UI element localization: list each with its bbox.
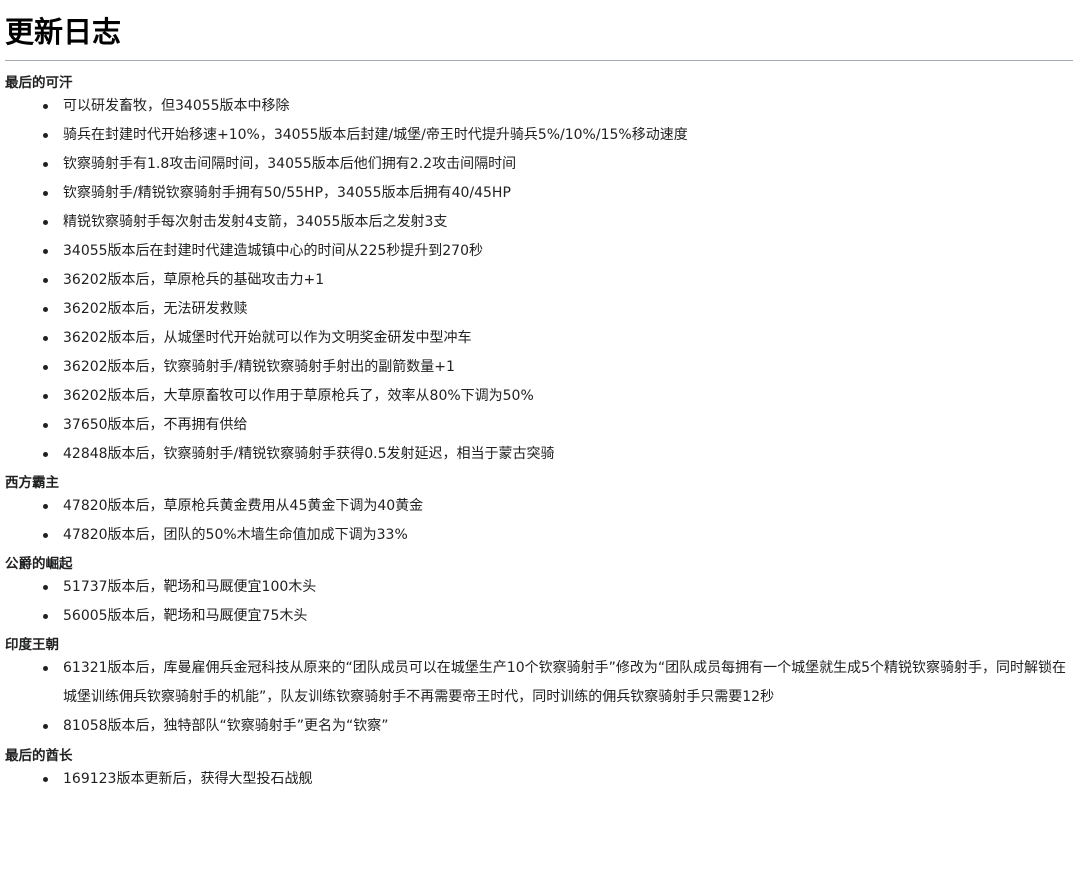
list-item: 精锐钦察骑射手每次射击发射4支箭，34055版本后之发射3支: [41, 208, 1073, 237]
list-item: 47820版本后，团队的50%木墙生命值加成下调为33%: [41, 521, 1073, 550]
section-title: 最后的可汗: [5, 75, 73, 91]
list-item: 56005版本后，靶场和马厩便宜75木头: [41, 602, 1073, 631]
list-item: 36202版本后，无法研发救赎: [41, 295, 1073, 324]
section-lords-of-the-west: 西方霸主 47820版本后，草原枪兵黄金费用从45黄金下调为40黄金 47820…: [5, 474, 1073, 550]
section-title: 公爵的崛起: [5, 556, 73, 572]
section-title: 西方霸主: [5, 475, 59, 491]
list-item: 47820版本后，草原枪兵黄金费用从45黄金下调为40黄金: [41, 492, 1073, 521]
list-item: 骑兵在封建时代开始移速+10%，34055版本后封建/城堡/帝王时代提升骑兵5%…: [41, 121, 1073, 150]
list-item: 51737版本后，靶场和马厩便宜100木头: [41, 573, 1073, 602]
list-item: 81058版本后，独特部队“钦察骑射手”更名为“钦察”: [41, 712, 1073, 741]
change-list: 169123版本更新后，获得大型投石战舰: [5, 765, 1073, 794]
list-item: 可以研发畜牧，但34055版本中移除: [41, 92, 1073, 121]
list-item: 37650版本后，不再拥有供给: [41, 411, 1073, 440]
section-title: 最后的酋长: [5, 748, 73, 764]
list-item: 169123版本更新后，获得大型投石战舰: [41, 765, 1073, 794]
list-item: 钦察骑射手有1.8攻击间隔时间，34055版本后他们拥有2.2攻击间隔时间: [41, 150, 1073, 179]
section-title: 印度王朝: [5, 637, 59, 653]
list-item: 61321版本后，库曼雇佣兵金冠科技从原来的“团队成员可以在城堡生产10个钦察骑…: [41, 654, 1073, 712]
list-item: 36202版本后，草原枪兵的基础攻击力+1: [41, 266, 1073, 295]
changelog-page: 更新日志 最后的可汗 可以研发畜牧，但34055版本中移除 骑兵在封建时代开始移…: [0, 0, 1080, 871]
section-dynasties-of-india: 印度王朝 61321版本后，库曼雇佣兵金冠科技从原来的“团队成员可以在城堡生产1…: [5, 636, 1073, 741]
section-last-khans: 最后的可汗 可以研发畜牧，但34055版本中移除 骑兵在封建时代开始移速+10%…: [5, 74, 1073, 469]
change-list: 51737版本后，靶场和马厩便宜100木头 56005版本后，靶场和马厩便宜75…: [5, 573, 1073, 631]
change-list: 47820版本后，草原枪兵黄金费用从45黄金下调为40黄金 47820版本后，团…: [5, 492, 1073, 550]
list-item: 36202版本后，从城堡时代开始就可以作为文明奖金研发中型冲车: [41, 324, 1073, 353]
list-item: 钦察骑射手/精锐钦察骑射手拥有50/55HP，34055版本后拥有40/45HP: [41, 179, 1073, 208]
section-the-last-chieftains: 最后的酋长 169123版本更新后，获得大型投石战舰: [5, 747, 1073, 794]
list-item: 34055版本后在封建时代建造城镇中心的时间从225秒提升到270秒: [41, 237, 1073, 266]
change-list: 61321版本后，库曼雇佣兵金冠科技从原来的“团队成员可以在城堡生产10个钦察骑…: [5, 654, 1073, 741]
page-title: 更新日志: [5, 0, 1073, 61]
list-item: 42848版本后，钦察骑射手/精锐钦察骑射手获得0.5发射延迟，相当于蒙古突骑: [41, 440, 1073, 469]
list-item: 36202版本后，大草原畜牧可以作用于草原枪兵了，效率从80%下调为50%: [41, 382, 1073, 411]
section-dawn-of-the-dukes: 公爵的崛起 51737版本后，靶场和马厩便宜100木头 56005版本后，靶场和…: [5, 555, 1073, 631]
list-item: 36202版本后，钦察骑射手/精锐钦察骑射手射出的副箭数量+1: [41, 353, 1073, 382]
change-list: 可以研发畜牧，但34055版本中移除 骑兵在封建时代开始移速+10%，34055…: [5, 92, 1073, 469]
